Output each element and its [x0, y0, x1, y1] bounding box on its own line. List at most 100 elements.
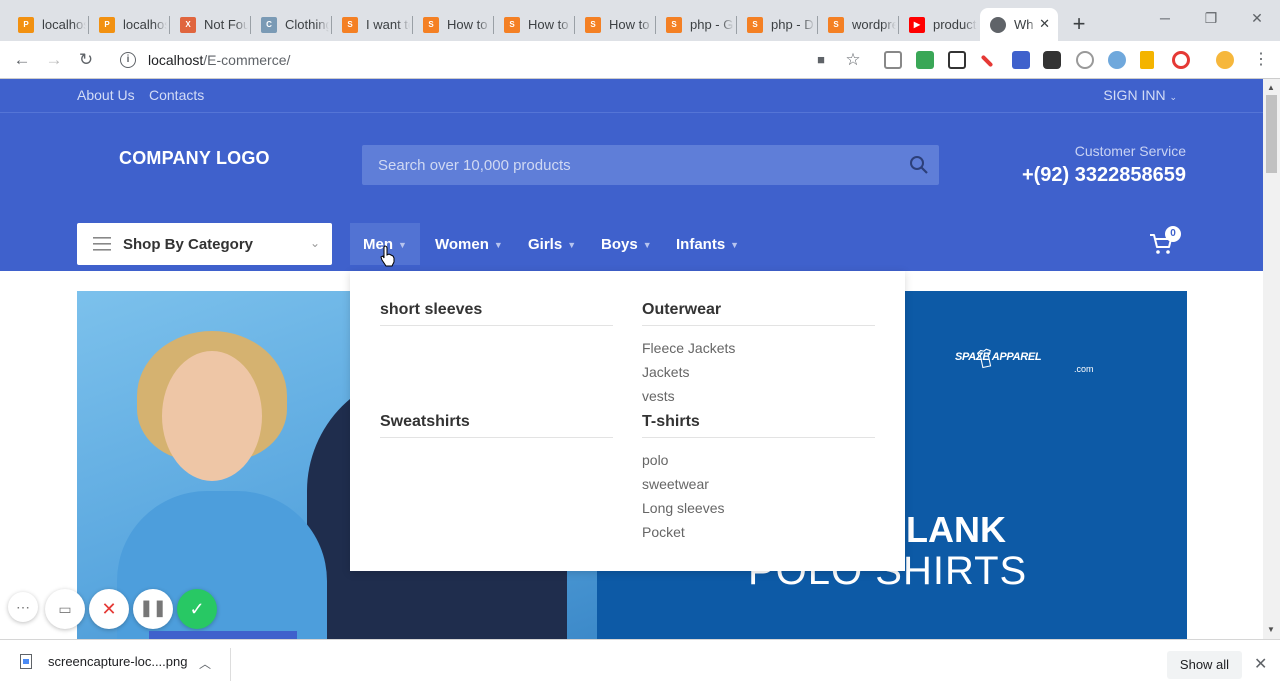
json-extension-icon[interactable] — [1140, 51, 1154, 69]
stackoverflow-icon: S — [747, 16, 763, 33]
caret-down-icon: ▼ — [642, 240, 652, 250]
stackoverflow-icon: S — [666, 16, 682, 33]
caret-down-icon: ▼ — [493, 240, 503, 250]
caret-down-icon: ▼ — [398, 240, 407, 250]
restore-icon[interactable]: ❐ — [1201, 10, 1221, 27]
stackoverflow-icon: S — [423, 16, 439, 33]
download-item[interactable]: screencapture-loc....png — [20, 654, 187, 669]
address-bar[interactable]: i localhost/E-commerce/ — [110, 45, 870, 75]
search-bar — [362, 145, 939, 185]
browser-tab[interactable]: ▶ product — [899, 8, 980, 41]
hand-cursor-icon — [380, 245, 395, 267]
mega-link[interactable]: vests — [642, 388, 675, 404]
mega-link[interactable]: sweetwear — [642, 476, 709, 492]
extension-icon[interactable] — [1108, 51, 1126, 69]
mega-link[interactable]: Fleece Jackets — [642, 340, 735, 356]
scroll-up-icon[interactable]: ▲ — [1267, 83, 1275, 92]
close-window-icon[interactable]: ✕ — [1247, 10, 1267, 27]
download-shelf: screencapture-loc....png ︿ Show all ✕ — [0, 639, 1280, 688]
browser-tab[interactable]: S How to — [494, 8, 575, 41]
men-mega-menu: short sleeves Sweatshirts Outerwear Flee… — [350, 271, 905, 571]
company-logo[interactable]: COMPANY LOGO — [119, 148, 270, 169]
close-shelf-icon[interactable]: ✕ — [1254, 654, 1267, 674]
bookmark-star-icon[interactable]: ☆ — [842, 49, 864, 71]
cancel-recording-icon[interactable]: ✕ — [89, 589, 129, 629]
caret-down-icon: ▼ — [730, 240, 740, 250]
stackoverflow-icon: S — [504, 16, 520, 33]
extension-icon[interactable] — [1012, 51, 1030, 69]
globe-extension-icon[interactable] — [1076, 51, 1094, 69]
browser-tab[interactable]: C Clothing — [251, 8, 332, 41]
show-all-button[interactable]: Show all — [1167, 651, 1242, 679]
stackoverflow-icon: S — [828, 16, 844, 33]
caret-down-icon: ▼ — [567, 240, 577, 250]
mega-link[interactable]: Pocket — [642, 524, 685, 540]
browser-tab[interactable]: S How to — [575, 8, 656, 41]
mega-link[interactable]: Long sleeves — [642, 500, 725, 516]
nav-infants[interactable]: Infants ▼ — [676, 223, 739, 265]
shop-by-category-dropdown[interactable]: Shop By Category ⌄ — [77, 223, 332, 265]
pause-icon[interactable]: ❚❚ — [133, 589, 173, 629]
customer-service-phone: +(92) 3322858659 — [1021, 164, 1186, 186]
minimize-icon[interactable]: ─ — [1155, 10, 1175, 26]
back-icon[interactable]: ← — [11, 49, 33, 71]
mega-heading[interactable]: Outerwear — [642, 301, 721, 319]
chevron-down-icon: ⌄ — [1169, 92, 1177, 102]
webcam-icon[interactable]: ▭ — [45, 589, 85, 629]
browser-tab[interactable]: Sphp - D — [737, 8, 818, 41]
customer-service-label: Customer Service — [1074, 143, 1186, 159]
menu-dots-icon[interactable]: ⋮ — [1250, 49, 1272, 71]
mega-link[interactable]: Jackets — [642, 364, 689, 380]
close-tab-icon[interactable]: ✕ — [1039, 16, 1050, 32]
stackoverflow-icon: S — [342, 16, 358, 33]
site-icon: C — [261, 16, 277, 33]
finish-recording-icon[interactable]: ✓ — [177, 589, 217, 629]
stackoverflow-icon: S — [585, 16, 601, 33]
camera-blocked-icon[interactable]: ■ — [810, 49, 832, 71]
url-host: localhost — [148, 52, 204, 68]
browser-tab[interactable]: Swordpress — [818, 8, 899, 41]
mega-heading[interactable]: T-shirts — [642, 413, 700, 431]
browser-tab[interactable]: SI want to — [332, 8, 413, 41]
search-icon[interactable] — [909, 155, 929, 175]
extension-icon[interactable] — [916, 51, 934, 69]
capture-extension-icon[interactable] — [948, 51, 966, 69]
scroll-thumb[interactable] — [1266, 95, 1277, 173]
browser-tab[interactable]: Sphp - G — [656, 8, 737, 41]
about-us-link[interactable]: About Us — [77, 87, 135, 103]
mega-link[interactable]: polo — [642, 452, 668, 468]
sign-in-dropdown[interactable]: SIGN INN ⌄ — [1103, 87, 1177, 103]
profile-avatar[interactable] — [1216, 51, 1234, 69]
pma-icon: P — [99, 16, 115, 33]
nav-girls[interactable]: Girls ▼ — [528, 223, 576, 265]
browser-tab[interactable]: Plocalhost — [8, 8, 89, 41]
nav-boys[interactable]: Boys ▼ — [601, 223, 652, 265]
hamburger-icon — [93, 237, 111, 251]
extension-icon[interactable] — [1043, 51, 1061, 69]
mega-heading[interactable]: short sleeves — [380, 301, 482, 319]
search-input[interactable] — [362, 145, 892, 185]
image-file-icon — [20, 654, 32, 669]
browser-tab[interactable]: Plocalhost — [89, 8, 170, 41]
browser-tab[interactable]: S How to — [413, 8, 494, 41]
browser-tab-active[interactable]: Wh ✕ — [980, 8, 1058, 41]
scroll-down-icon[interactable]: ▼ — [1267, 625, 1275, 634]
vertical-scrollbar[interactable]: ▲ ▼ — [1263, 79, 1280, 639]
url-path: /E-commerce/ — [203, 52, 291, 68]
info-icon[interactable]: i — [120, 52, 136, 68]
forward-icon[interactable]: → — [43, 49, 65, 71]
screenshot-extension-icon[interactable] — [884, 51, 902, 69]
youtube-icon: ▶ — [909, 16, 925, 33]
reload-icon[interactable]: ↻ — [75, 49, 97, 71]
tab-strip: Plocalhost Plocalhost XNot Found CClothi… — [0, 0, 1280, 41]
extension-icon[interactable] — [1172, 51, 1190, 69]
nav-women[interactable]: Women ▼ — [435, 223, 503, 265]
chevron-up-icon[interactable]: ︿ — [199, 655, 211, 672]
top-bar: About Us Contacts SIGN INN ⌄ — [0, 79, 1263, 113]
new-tab-button[interactable]: + — [1066, 12, 1092, 38]
mega-heading[interactable]: Sweatshirts — [380, 413, 470, 431]
contacts-link[interactable]: Contacts — [149, 87, 204, 103]
browser-tab[interactable]: XNot Found — [170, 8, 251, 41]
more-icon[interactable]: ⋯ — [8, 592, 38, 622]
globe-icon — [990, 16, 1006, 33]
